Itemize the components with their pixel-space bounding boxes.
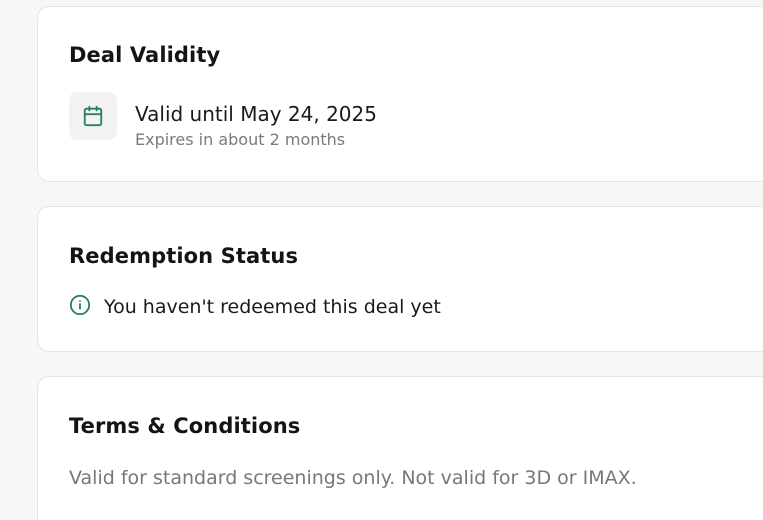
- redemption-status-message: You haven't redeemed this deal yet: [104, 296, 441, 318]
- calendar-icon: [83, 105, 103, 127]
- terms-title: Terms & Conditions: [69, 414, 301, 438]
- deal-validity-card: Deal Validity Valid until May 24, 2025 E…: [37, 6, 763, 182]
- expires-hint-text: Expires in about 2 months: [135, 130, 346, 149]
- redemption-status-card: Redemption Status You haven't redeemed t…: [37, 206, 763, 352]
- deal-validity-title: Deal Validity: [69, 43, 221, 67]
- info-icon: [69, 294, 91, 316]
- redemption-status-title: Redemption Status: [69, 244, 299, 268]
- terms-text: Valid for standard screenings only. Not …: [69, 467, 637, 489]
- valid-until-text: Valid until May 24, 2025: [135, 102, 377, 126]
- deal-details-page: Deal Validity Valid until May 24, 2025 E…: [0, 0, 763, 520]
- calendar-icon-tile: [69, 92, 117, 140]
- terms-card: Terms & Conditions Valid for standard sc…: [37, 376, 763, 520]
